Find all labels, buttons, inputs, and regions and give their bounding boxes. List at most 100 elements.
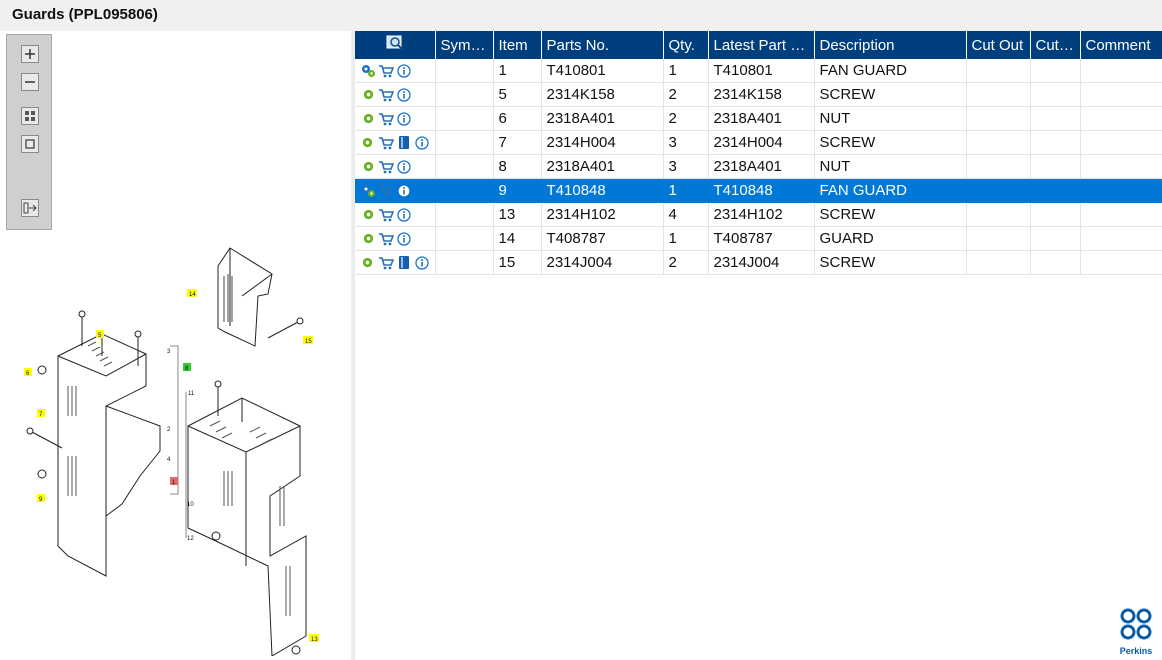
info-icon[interactable] <box>396 111 412 127</box>
callout-label: 14 <box>189 292 196 298</box>
gear-icon[interactable] <box>360 111 376 127</box>
cell-qty: 1 <box>663 226 709 251</box>
cart-icon[interactable] <box>378 231 394 247</box>
table-row[interactable]: 14 T408787 1 T408787 GUARD <box>355 226 1162 251</box>
cell-comment <box>1080 178 1162 203</box>
column-header-item[interactable]: Item <box>493 31 542 59</box>
column-header-cut-in[interactable]: Cut In <box>1030 31 1081 59</box>
table-row[interactable]: 13 2314H102 4 2314H102 SCREW <box>355 202 1162 227</box>
gear-icon[interactable] <box>360 87 376 103</box>
cart-icon[interactable] <box>378 63 394 79</box>
gear-icon[interactable] <box>360 135 376 151</box>
cell-symbol <box>435 59 494 83</box>
row-action-icons <box>355 106 436 131</box>
cell-qty: 3 <box>663 154 709 179</box>
cell-symbol <box>435 178 494 203</box>
fit-window-button[interactable] <box>21 135 39 153</box>
column-header-comment[interactable]: Comment <box>1080 31 1162 59</box>
info-icon[interactable] <box>396 207 412 223</box>
row-action-icons <box>355 226 436 251</box>
cell-qty: 2 <box>663 250 709 275</box>
cell-cut-out <box>966 130 1031 155</box>
cell-latest-part-no: T408787 <box>708 226 815 251</box>
cart-icon[interactable] <box>378 87 394 103</box>
info-icon[interactable] <box>396 63 412 79</box>
cell-cut-in <box>1030 82 1081 107</box>
illustration-panel[interactable]: 14 5 15 3 8 6 11 7 2 4 1 10 9 12 13 <box>0 31 352 660</box>
row-action-icons <box>355 82 436 107</box>
square-icon <box>25 139 35 149</box>
info-icon[interactable] <box>396 87 412 103</box>
exploded-parts-drawing[interactable]: 14 5 15 3 8 6 11 7 2 4 1 10 9 12 13 <box>10 236 350 656</box>
callout-label: 11 <box>188 391 195 397</box>
plus-icon <box>25 49 35 59</box>
cell-qty: 1 <box>663 59 709 83</box>
cart-icon[interactable] <box>378 159 394 175</box>
table-row[interactable]: 1 T410801 1 T410801 FAN GUARD <box>355 59 1162 83</box>
gear-icon[interactable] <box>360 231 376 247</box>
table-row[interactable]: 15 2314J004 2 2314J004 SCREW <box>355 250 1162 275</box>
gears-icon[interactable] <box>360 63 376 79</box>
gear-icon[interactable] <box>360 207 376 223</box>
minus-icon <box>25 81 35 83</box>
cell-description: FAN GUARD <box>814 178 967 203</box>
cart-icon[interactable] <box>378 255 394 271</box>
cell-cut-in <box>1030 178 1081 203</box>
search-icon <box>386 35 403 50</box>
zoom-in-button[interactable] <box>21 45 39 63</box>
callout-label: 10 <box>187 502 194 508</box>
cell-latest-part-no: T410848 <box>708 178 815 203</box>
column-header-parts-no[interactable]: Parts No. <box>541 31 664 59</box>
cart-icon[interactable] <box>378 183 394 199</box>
cell-cut-in <box>1030 59 1081 83</box>
cell-description: SCREW <box>814 130 967 155</box>
table-row[interactable]: 5 2314K158 2 2314K158 SCREW <box>355 82 1162 107</box>
cell-description: GUARD <box>814 226 967 251</box>
cart-icon[interactable] <box>378 135 394 151</box>
fit-all-button[interactable] <box>21 107 39 125</box>
column-header-cut-out[interactable]: Cut Out <box>966 31 1031 59</box>
zoom-out-button[interactable] <box>21 73 39 91</box>
table-row[interactable]: 7 2314H004 3 2314H004 SCREW <box>355 130 1162 155</box>
perkins-logo: Perkins <box>1120 608 1152 656</box>
cart-icon[interactable] <box>378 207 394 223</box>
column-header-tools[interactable] <box>355 31 436 59</box>
info-icon[interactable] <box>414 255 430 271</box>
column-header-qty[interactable]: Qty. <box>663 31 709 59</box>
callout-label: 4 <box>167 457 171 463</box>
column-header-symbol[interactable]: Symb… <box>435 31 494 59</box>
callout-label: 13 <box>311 637 318 643</box>
column-header-description[interactable]: Description <box>814 31 967 59</box>
cell-qty: 4 <box>663 202 709 227</box>
column-header-latest-part-no[interactable]: Latest Part No. <box>708 31 815 59</box>
book-icon[interactable] <box>396 135 412 151</box>
cell-latest-part-no: 2314J004 <box>708 250 815 275</box>
export-button[interactable] <box>21 199 39 217</box>
info-icon[interactable] <box>414 135 430 151</box>
cell-cut-in <box>1030 250 1081 275</box>
cell-item: 5 <box>493 82 542 107</box>
info-icon[interactable] <box>396 159 412 175</box>
parts-list-grid: Symb… Item Parts No. Qty. Latest Part No… <box>355 31 1162 660</box>
book-icon[interactable] <box>396 255 412 271</box>
cell-item: 14 <box>493 226 542 251</box>
table-row[interactable]: 8 2318A401 3 2318A401 NUT <box>355 154 1162 179</box>
gears-icon[interactable] <box>360 183 376 199</box>
cell-parts-no: 2314H004 <box>541 130 664 155</box>
table-row[interactable]: 9 T410848 1 T410848 FAN GUARD <box>355 178 1162 203</box>
info-icon[interactable] <box>396 231 412 247</box>
cell-comment <box>1080 130 1162 155</box>
cell-description: NUT <box>814 154 967 179</box>
row-action-icons <box>355 130 436 155</box>
cell-cut-in <box>1030 154 1081 179</box>
cell-description: SCREW <box>814 82 967 107</box>
cell-parts-no: T410848 <box>541 178 664 203</box>
cell-description: SCREW <box>814 250 967 275</box>
cell-symbol <box>435 202 494 227</box>
cell-cut-in <box>1030 226 1081 251</box>
table-row[interactable]: 6 2318A401 2 2318A401 NUT <box>355 106 1162 131</box>
gear-icon[interactable] <box>360 159 376 175</box>
gear-icon[interactable] <box>360 255 376 271</box>
cart-icon[interactable] <box>378 111 394 127</box>
info-icon[interactable] <box>396 183 412 199</box>
